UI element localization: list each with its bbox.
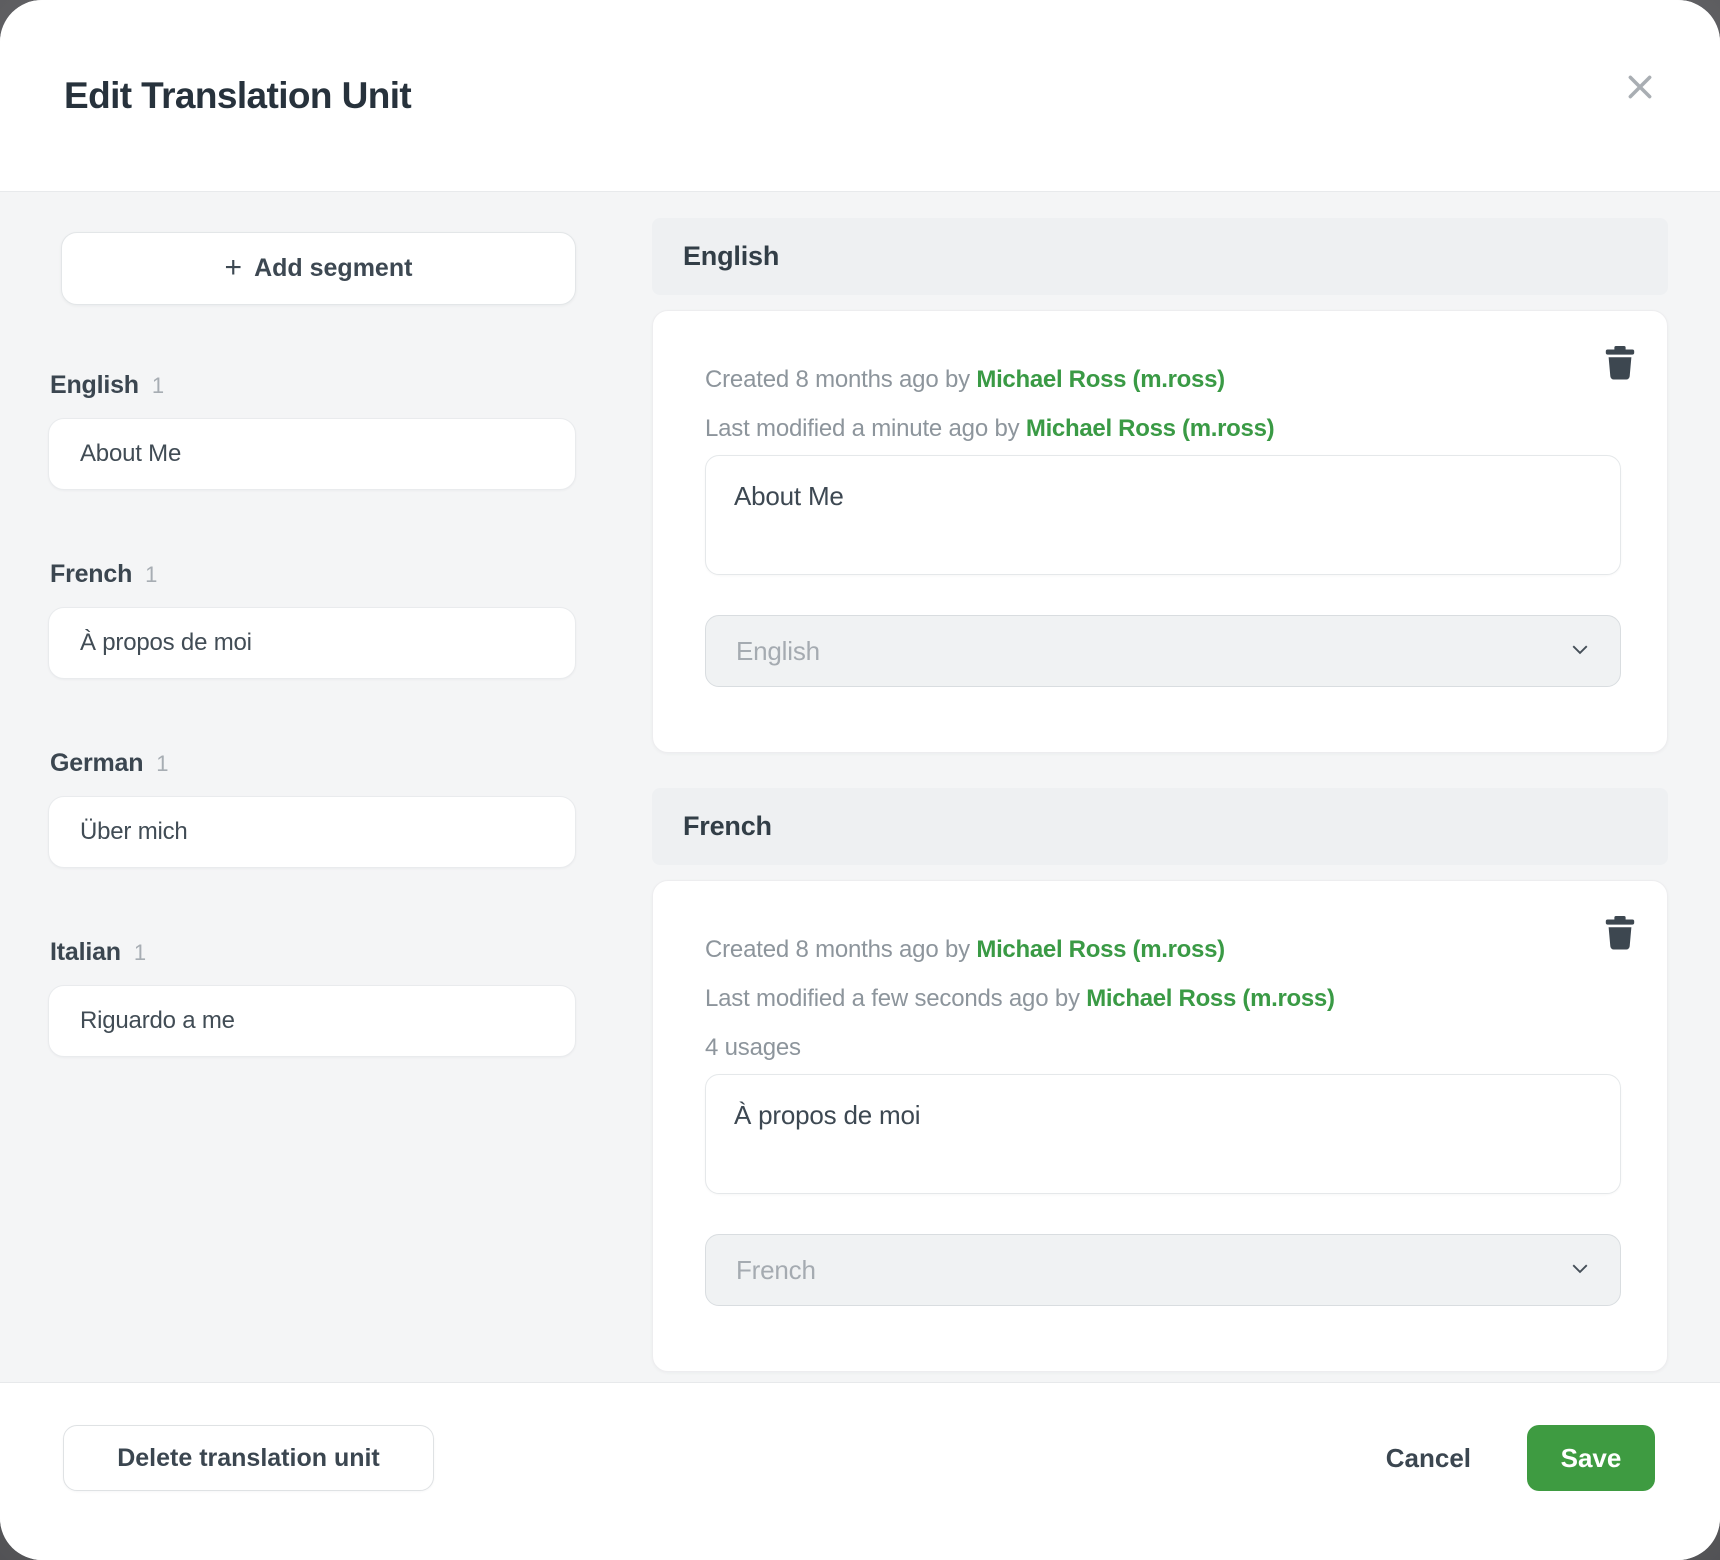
delete-segment-button[interactable]	[1597, 911, 1643, 957]
created-meta: Created 8 months ago by Michael Ross (m.…	[705, 925, 1621, 974]
delete-translation-unit-button[interactable]: Delete translation unit	[63, 1425, 434, 1491]
segment-language-label: French	[50, 560, 132, 589]
dialog-title: Edit Translation Unit	[64, 75, 411, 117]
segment-list-item-german[interactable]: Über mich	[48, 796, 576, 868]
dialog-header: Edit Translation Unit	[0, 0, 1720, 192]
created-user-link[interactable]: Michael Ross (m.ross)	[976, 366, 1224, 393]
modified-meta: Last modified a few seconds ago by Micha…	[705, 974, 1621, 1023]
dialog-footer: Delete translation unit Cancel Save	[0, 1382, 1720, 1560]
segment-list-item-english[interactable]: About Me	[48, 418, 576, 490]
segment-count-badge: 1	[145, 562, 157, 588]
segment-count-badge: 1	[156, 751, 168, 777]
language-select-value: English	[736, 636, 1566, 667]
segment-language-label: German	[50, 749, 143, 778]
modified-prefix: Last modified a few seconds ago by	[705, 985, 1080, 1012]
segment-card-french: Created 8 months ago by Michael Ross (m.…	[652, 880, 1668, 1372]
segment-value: Über mich	[80, 818, 188, 846]
segment-group-french: French 1 À propos de moi	[48, 560, 576, 679]
section-header-french: French	[652, 788, 1668, 865]
segment-text-input[interactable]: About Me	[705, 455, 1621, 575]
segment-card-english: Created 8 months ago by Michael Ross (m.…	[652, 310, 1668, 753]
segment-count-badge: 1	[152, 373, 164, 399]
segment-list-item-italian[interactable]: Riguardo a me	[48, 985, 576, 1057]
segment-label-row: English 1	[48, 371, 576, 400]
segment-value: About Me	[80, 440, 181, 468]
plus-icon: +	[225, 251, 243, 285]
usages-label: 4 usages	[705, 1023, 1621, 1072]
segment-list-item-french[interactable]: À propos de moi	[48, 607, 576, 679]
add-segment-button[interactable]: + Add segment	[61, 232, 576, 305]
save-button[interactable]: Save	[1527, 1425, 1655, 1491]
section-header-english: English	[652, 218, 1668, 295]
segment-count-badge: 1	[134, 940, 146, 966]
segment-text-input[interactable]: À propos de moi	[705, 1074, 1621, 1194]
section-title: French	[683, 811, 772, 842]
segment-label-row: Italian 1	[48, 938, 576, 967]
segment-label-row: German 1	[48, 749, 576, 778]
delete-segment-button[interactable]	[1597, 341, 1643, 387]
dialog-body: + Add segment English 1 About Me French …	[0, 192, 1720, 1382]
modified-meta: Last modified a minute ago by Michael Ro…	[705, 404, 1621, 453]
trash-icon	[1605, 346, 1635, 383]
segment-list-panel: + Add segment English 1 About Me French …	[48, 192, 576, 1382]
segment-language-label: English	[50, 371, 139, 400]
segment-group-german: German 1 Über mich	[48, 749, 576, 868]
segment-value: Riguardo a me	[80, 1007, 235, 1035]
edit-translation-unit-dialog: Edit Translation Unit + Add segment Engl…	[0, 0, 1720, 1560]
created-meta: Created 8 months ago by Michael Ross (m.…	[705, 355, 1621, 404]
segment-group-english: English 1 About Me	[48, 371, 576, 490]
created-prefix: Created 8 months ago by	[705, 936, 970, 963]
modified-user-link[interactable]: Michael Ross (m.ross)	[1086, 985, 1334, 1012]
segment-value: À propos de moi	[80, 629, 252, 657]
footer-actions: Cancel Save	[1386, 1425, 1655, 1491]
close-icon	[1623, 70, 1657, 107]
add-segment-label: Add segment	[254, 254, 412, 283]
segment-editor-panel: English Created 8 months ago by Michael …	[652, 192, 1668, 1382]
created-user-link[interactable]: Michael Ross (m.ross)	[976, 936, 1224, 963]
created-prefix: Created 8 months ago by	[705, 366, 970, 393]
language-select-value: French	[736, 1255, 1566, 1286]
segment-group-italian: Italian 1 Riguardo a me	[48, 938, 576, 1057]
segment-label-row: French 1	[48, 560, 576, 589]
chevron-down-icon	[1566, 635, 1594, 668]
close-button[interactable]	[1616, 64, 1664, 112]
cancel-button[interactable]: Cancel	[1386, 1425, 1471, 1491]
trash-icon	[1605, 916, 1635, 953]
section-title: English	[683, 241, 779, 272]
modified-user-link[interactable]: Michael Ross (m.ross)	[1026, 415, 1274, 442]
chevron-down-icon	[1566, 1254, 1594, 1287]
language-select[interactable]: English	[705, 615, 1621, 687]
segment-language-label: Italian	[50, 938, 121, 967]
language-select[interactable]: French	[705, 1234, 1621, 1306]
modified-prefix: Last modified a minute ago by	[705, 415, 1019, 442]
